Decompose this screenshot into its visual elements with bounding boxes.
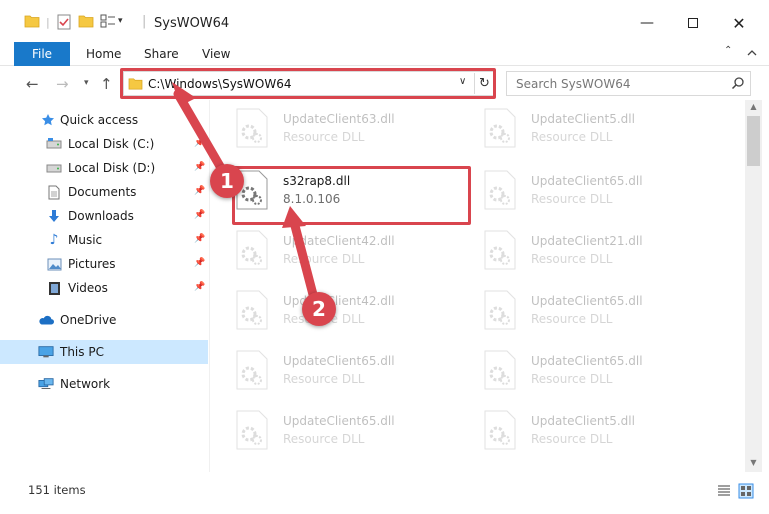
sidebar-item-pictures[interactable]: Pictures 📌 — [0, 252, 208, 276]
star-icon — [40, 112, 56, 128]
maximize-icon — [688, 18, 698, 28]
tab-view[interactable]: View — [202, 47, 230, 61]
recent-locations-icon[interactable]: ▾ — [84, 78, 89, 88]
dll-file-icon — [483, 290, 517, 330]
downloads-icon — [46, 208, 62, 224]
file-tile[interactable]: UpdateClient42.dll Resource DLL — [215, 226, 455, 280]
scroll-thumb[interactable] — [747, 116, 760, 166]
dll-file-icon — [483, 108, 517, 148]
quick-access-dropdown-icon[interactable]: ▾ — [118, 16, 123, 26]
sidebar-item-this-pc[interactable]: This PC — [0, 340, 208, 364]
sidebar-item-network[interactable]: Network — [0, 372, 208, 396]
window-title: SysWOW64 — [154, 16, 230, 31]
dll-file-icon — [483, 410, 517, 450]
details-view-icon[interactable] — [716, 483, 732, 499]
address-bar-row: ← → ▾ ↑ C:\Windows\SysWOW64 ∨ ↻ Search S… — [0, 66, 769, 100]
minimize-button[interactable]: — — [624, 8, 670, 38]
file-tile[interactable]: UpdateClient63.dll Resource DLL — [215, 104, 455, 158]
ribbon: File Home Share View ⌃ — [0, 42, 769, 66]
step-badge-2: 2 — [302, 292, 336, 326]
file-tile[interactable]: UpdateClient65.dll Resource DLL — [215, 346, 455, 400]
dll-file-icon — [235, 230, 269, 270]
tab-share[interactable]: Share — [144, 47, 179, 61]
item-count: 151 items — [28, 483, 86, 497]
tab-file[interactable]: File — [14, 42, 70, 66]
pin-icon[interactable]: 📌 — [194, 186, 205, 196]
documents-icon — [46, 184, 62, 200]
sidebar-item-local-disk-c[interactable]: Local Disk (C:) 📌 — [0, 132, 208, 156]
sidebar-item-onedrive[interactable]: OneDrive — [0, 308, 208, 332]
ribbon-collapse-icon[interactable]: ⌃ — [724, 45, 732, 56]
dll-file-icon — [483, 350, 517, 390]
file-tile[interactable]: UpdateClient65.dll Resource DLL — [215, 406, 455, 460]
search-icon[interactable] — [731, 76, 745, 93]
navigation-pane: Quick access Local Disk (C:) 📌 Local Dis… — [0, 100, 210, 472]
sidebar-item-local-disk-d[interactable]: Local Disk (D:) 📌 — [0, 156, 208, 180]
sidebar-item-videos[interactable]: Videos 📌 — [0, 276, 208, 300]
vertical-scrollbar[interactable]: ▲ ▼ — [745, 100, 762, 472]
view-options-icon[interactable] — [100, 14, 116, 31]
pin-icon[interactable]: 📌 — [194, 282, 205, 292]
search-field[interactable]: Search SysWOW64 — [506, 71, 751, 96]
forward-button[interactable]: → — [56, 75, 69, 93]
file-tile[interactable]: UpdateClient65.dll Resource DLL — [463, 286, 703, 340]
sidebar-item-downloads[interactable]: Downloads 📌 — [0, 204, 208, 228]
maximize-button[interactable] — [670, 8, 716, 38]
scroll-up-icon[interactable]: ▲ — [745, 102, 762, 116]
dll-file-icon — [235, 410, 269, 450]
sidebar-item-quick-access[interactable]: Quick access — [0, 108, 208, 132]
file-tile[interactable]: UpdateClient65.dll Resource DLL — [463, 166, 703, 220]
drive-icon — [46, 160, 62, 176]
new-folder-icon[interactable] — [78, 14, 94, 31]
search-input[interactable]: Search SysWOW64 — [516, 77, 630, 91]
tab-home[interactable]: Home — [86, 47, 121, 61]
back-button[interactable]: ← — [26, 75, 39, 93]
file-tile[interactable]: UpdateClient5.dll Resource DLL — [463, 104, 703, 158]
sidebar-item-music[interactable]: ♪ Music 📌 — [0, 228, 208, 252]
network-icon — [38, 376, 54, 392]
large-icons-view-icon[interactable] — [738, 483, 754, 499]
drive-icon — [46, 136, 62, 152]
dll-file-icon — [235, 290, 269, 330]
separator: | — [46, 16, 50, 29]
music-icon: ♪ — [49, 232, 59, 248]
title-bar: | ▾ | SysWOW64 — ✕ — [0, 0, 769, 42]
step-badge-1: 1 — [210, 164, 244, 198]
scroll-down-icon[interactable]: ▼ — [745, 458, 762, 472]
minimize-icon: — — [640, 15, 654, 31]
pictures-icon — [46, 256, 62, 272]
file-list: UpdateClient63.dll Resource DLL UpdateCl… — [215, 100, 745, 472]
status-bar: 151 items — [0, 480, 769, 502]
pin-icon[interactable]: 📌 — [194, 258, 205, 268]
sidebar-item-documents[interactable]: Documents 📌 — [0, 180, 208, 204]
pin-icon[interactable]: 📌 — [194, 234, 205, 244]
file-highlight-box — [232, 166, 471, 225]
dll-file-icon — [235, 108, 269, 148]
folder-icon — [24, 14, 40, 31]
up-button[interactable]: ↑ — [100, 75, 113, 93]
ribbon-expand-icon[interactable] — [744, 45, 760, 61]
pin-icon[interactable]: 📌 — [194, 138, 205, 148]
file-tile[interactable]: UpdateClient65.dll Resource DLL — [463, 346, 703, 400]
close-icon: ✕ — [732, 13, 746, 33]
file-tile[interactable]: UpdateClient21.dll Resource DLL — [463, 226, 703, 280]
separator: | — [142, 14, 147, 29]
properties-icon[interactable] — [56, 14, 72, 33]
dll-file-icon — [235, 350, 269, 390]
videos-icon — [46, 280, 62, 296]
pin-icon[interactable]: 📌 — [194, 162, 205, 172]
computer-icon — [38, 344, 54, 360]
file-tile[interactable]: UpdateClient5.dll Resource DLL — [463, 406, 703, 460]
close-button[interactable]: ✕ — [716, 8, 762, 38]
address-highlight-box — [120, 68, 496, 99]
dll-file-icon — [483, 170, 517, 210]
cloud-icon — [38, 312, 54, 328]
pin-icon[interactable]: 📌 — [194, 210, 205, 220]
dll-file-icon — [483, 230, 517, 270]
